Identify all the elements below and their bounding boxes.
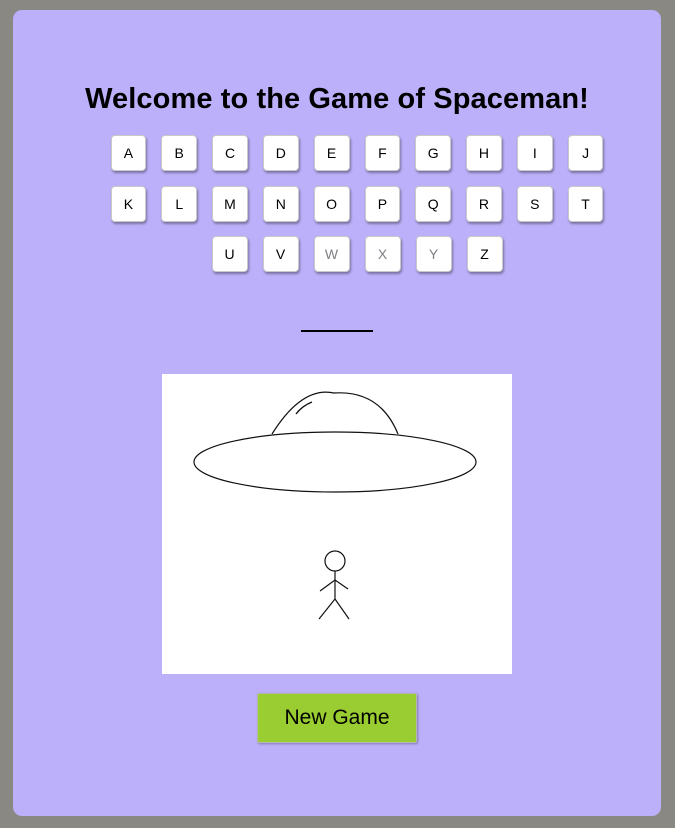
stick-figure-arm-left <box>319 579 336 592</box>
letter-key[interactable]: R <box>466 185 502 222</box>
keyboard-row-3: U V W X Y Z <box>103 236 611 275</box>
letter-key[interactable]: P <box>364 185 401 222</box>
letter-key[interactable]: O <box>313 185 350 222</box>
stick-figure-head <box>324 550 346 572</box>
letter-key[interactable]: A <box>110 135 147 171</box>
letter-key[interactable]: C <box>212 135 248 171</box>
letter-key[interactable]: H <box>466 135 502 171</box>
letter-key[interactable]: S <box>516 185 553 222</box>
letter-key[interactable]: I <box>516 135 553 171</box>
letter-key[interactable]: D <box>262 135 299 171</box>
letter-keyboard: A B C D E F G H I J K L M N O P Q R S T … <box>103 135 611 287</box>
keyboard-row-1: A B C D E F G H I J <box>103 135 611 174</box>
letter-key[interactable]: G <box>415 135 452 171</box>
letter-key[interactable]: T <box>567 185 604 222</box>
stick-figure-arm-right <box>334 579 349 590</box>
game-panel: Welcome to the Game of Spaceman! A B C D… <box>13 10 661 816</box>
page-title: Welcome to the Game of Spaceman! <box>85 83 589 115</box>
letter-key-used[interactable]: Y <box>415 236 452 272</box>
ufo-abducting-stick-figure-icon <box>193 391 477 620</box>
ufo-saucer <box>193 431 477 493</box>
letter-key[interactable]: Q <box>415 185 452 222</box>
letter-key[interactable]: B <box>161 135 198 171</box>
spaceman-scene <box>162 374 512 674</box>
letter-key[interactable]: E <box>313 135 350 171</box>
letter-key[interactable]: U <box>211 236 248 272</box>
letter-key-used[interactable]: X <box>364 236 401 272</box>
word-blank <box>301 330 373 332</box>
letter-key[interactable]: L <box>161 185 198 222</box>
letter-key[interactable]: V <box>262 236 299 272</box>
stick-figure-leg-right <box>334 598 350 620</box>
letter-key[interactable]: M <box>212 185 248 222</box>
ufo-dome <box>271 391 399 435</box>
letter-key[interactable]: J <box>567 135 604 171</box>
letter-key-used[interactable]: W <box>313 236 350 272</box>
keyboard-row-2: K L M N O P Q R S T <box>103 185 611 225</box>
letter-key[interactable]: K <box>110 185 147 222</box>
stick-figure-leg-left <box>318 598 336 620</box>
letter-key[interactable]: F <box>364 135 401 171</box>
letter-key[interactable]: Z <box>466 236 503 272</box>
new-game-button[interactable]: New Game <box>257 693 417 743</box>
ufo-dome-highlight <box>295 401 313 415</box>
letter-key[interactable]: N <box>262 185 299 222</box>
